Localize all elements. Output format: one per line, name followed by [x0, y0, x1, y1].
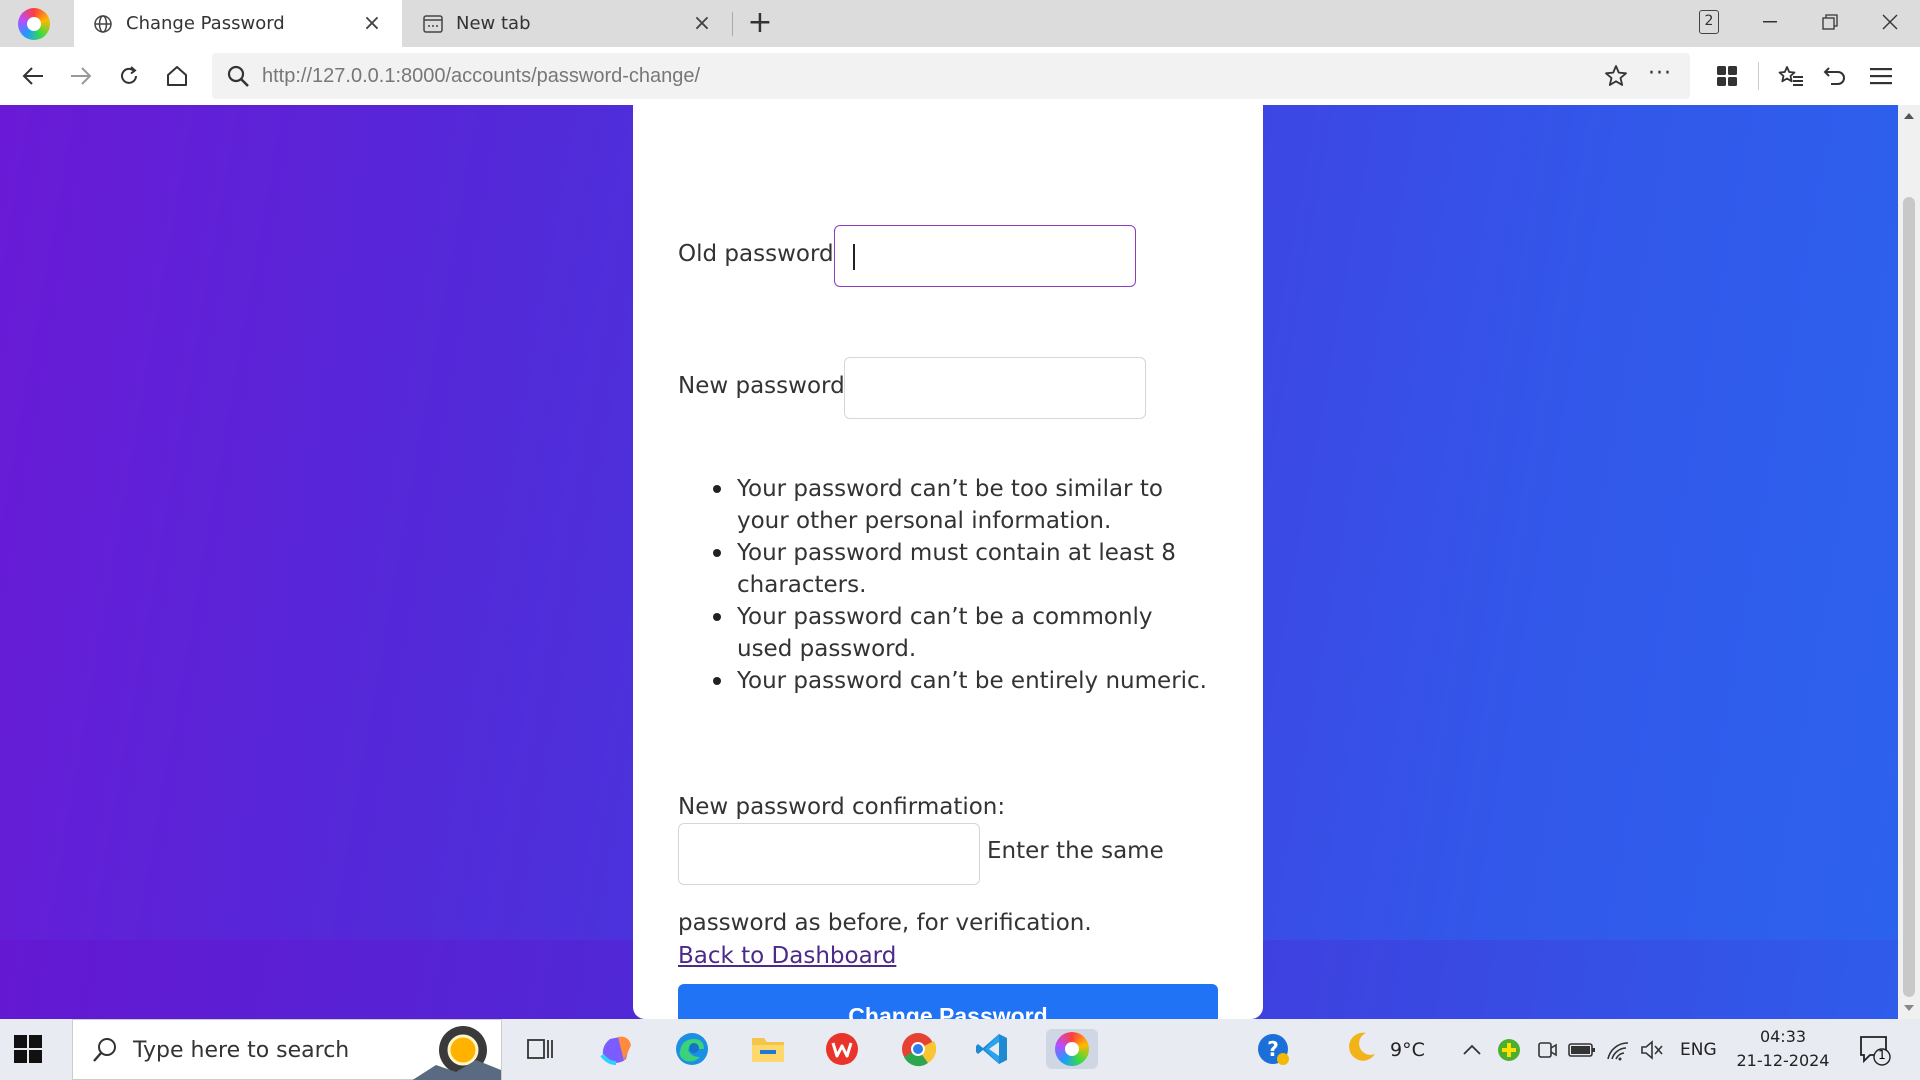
confirm-password-input[interactable]: [678, 823, 980, 885]
windows-start-icon[interactable]: [14, 1035, 42, 1063]
meet-now-icon[interactable]: [1536, 1019, 1558, 1080]
extensions-icon[interactable]: [1710, 59, 1744, 93]
old-password-input[interactable]: [834, 225, 1136, 287]
vscode-icon[interactable]: [972, 1029, 1012, 1069]
chrome-icon[interactable]: [898, 1029, 938, 1069]
restore-button[interactable]: [1800, 0, 1860, 44]
battery-icon[interactable]: [1568, 1019, 1596, 1080]
new-password-input[interactable]: [844, 357, 1146, 419]
windows-taskbar: Type here to search ? 9°C ENG 04:33 21-1…: [0, 1019, 1920, 1080]
reload-button[interactable]: [112, 59, 146, 93]
page-viewport: Old password: New password: Your passwor…: [0, 105, 1898, 1019]
weather-temperature: 9°C: [1390, 1038, 1425, 1061]
globe-icon: [92, 13, 114, 35]
search-highlight-sun-icon: [411, 1020, 501, 1080]
wifi-icon[interactable]: [1606, 1019, 1632, 1080]
moon-icon: [1344, 1030, 1378, 1069]
browser-logo-icon[interactable]: [18, 8, 50, 40]
old-password-label: Old password:: [678, 241, 842, 267]
tab-new-tab[interactable]: New tab ×: [404, 0, 732, 47]
list-item: Your password can’t be a commonly used p…: [713, 601, 1213, 665]
url-text[interactable]: http://127.0.0.1:8000/accounts/password-…: [262, 53, 700, 99]
edge-browser-icon[interactable]: [672, 1029, 712, 1069]
task-view-icon[interactable]: [520, 1029, 560, 1069]
navigation-bar: http://127.0.0.1:8000/accounts/password-…: [0, 47, 1920, 105]
bookmark-star-icon[interactable]: [1604, 64, 1628, 92]
notification-center-icon[interactable]: 1: [1858, 1033, 1892, 1071]
copilot-icon[interactable]: [596, 1029, 636, 1069]
new-password-label: New password:: [678, 373, 853, 399]
back-button[interactable]: [16, 59, 50, 93]
more-options-icon[interactable]: ···: [1648, 61, 1672, 86]
new-tab-button[interactable]: +: [742, 6, 778, 42]
tray-app-icon[interactable]: [1496, 1019, 1522, 1080]
notification-count: 1: [1878, 1048, 1886, 1062]
tab-change-password[interactable]: Change Password ×: [74, 0, 402, 47]
clock-date: 21-12-2024: [1736, 1051, 1830, 1070]
forward-button[interactable]: [64, 59, 98, 93]
tab-separator: [732, 12, 733, 36]
file-explorer-icon[interactable]: [748, 1029, 788, 1069]
confirm-help-text: Enter the same: [987, 838, 1164, 864]
undo-icon[interactable]: [1818, 59, 1852, 93]
search-placeholder: Type here to search: [133, 1038, 350, 1063]
url-host: http://127.0.0.1: [262, 65, 396, 87]
wps-office-icon[interactable]: [822, 1029, 862, 1069]
search-icon: [226, 64, 250, 92]
active-browser-taskbar-icon[interactable]: [1046, 1029, 1098, 1069]
password-change-card: Old password: New password: Your passwor…: [633, 105, 1263, 1019]
confirm-help-text-continued: password as before, for verification.: [678, 910, 1092, 936]
change-password-button[interactable]: Change Password: [678, 984, 1218, 1019]
back-to-dashboard-link[interactable]: Back to Dashboard: [678, 943, 896, 969]
language-indicator[interactable]: ENG: [1680, 1019, 1717, 1080]
tab-close-icon[interactable]: ×: [690, 11, 714, 36]
clock-time: 04:33: [1759, 1027, 1807, 1046]
tab-close-icon[interactable]: ×: [360, 11, 384, 36]
weather-widget[interactable]: 9°C: [1344, 1019, 1425, 1080]
svg-text:?: ?: [1267, 1037, 1279, 1061]
menu-icon[interactable]: [1864, 59, 1898, 93]
minimize-button[interactable]: [1740, 0, 1800, 44]
browser-logo-icon: [1055, 1032, 1089, 1066]
confirm-password-label: New password confirmation:: [678, 794, 1006, 820]
tab-bar: Change Password × New tab × + 2: [0, 0, 1920, 47]
chevron-up-icon[interactable]: [1462, 1019, 1482, 1080]
url-path: :8000/accounts/password-change/: [395, 65, 701, 87]
home-button[interactable]: [160, 59, 194, 93]
text-caret: [853, 244, 855, 270]
taskbar-search-box[interactable]: Type here to search: [72, 1019, 502, 1080]
page-scrollbar[interactable]: [1898, 105, 1920, 1019]
password-rules-list: Your password can’t be too similar to yo…: [713, 473, 1213, 697]
tab-title: Change Password: [126, 13, 285, 34]
search-icon: [91, 1036, 119, 1068]
volume-muted-icon[interactable]: [1640, 1019, 1664, 1080]
system-clock[interactable]: 04:33 21-12-2024: [1730, 1025, 1836, 1073]
scroll-up-icon[interactable]: [1904, 113, 1914, 119]
help-icon[interactable]: ?: [1256, 1019, 1292, 1080]
address-bar[interactable]: http://127.0.0.1:8000/accounts/password-…: [212, 53, 1690, 99]
newtab-page-icon: [422, 13, 444, 35]
toolbar-divider: [1758, 62, 1759, 90]
list-item: Your password must contain at least 8 ch…: [713, 537, 1213, 601]
scrollbar-thumb[interactable]: [1903, 197, 1915, 997]
list-item: Your password can’t be too similar to yo…: [713, 473, 1213, 537]
tab-title: New tab: [456, 13, 531, 34]
list-item: Your password can’t be entirely numeric.: [713, 665, 1213, 697]
tab-count-icon[interactable]: 2: [1699, 10, 1719, 34]
close-window-button[interactable]: [1860, 0, 1920, 44]
scroll-down-icon[interactable]: [1904, 1005, 1914, 1011]
favorites-icon[interactable]: [1774, 59, 1808, 93]
